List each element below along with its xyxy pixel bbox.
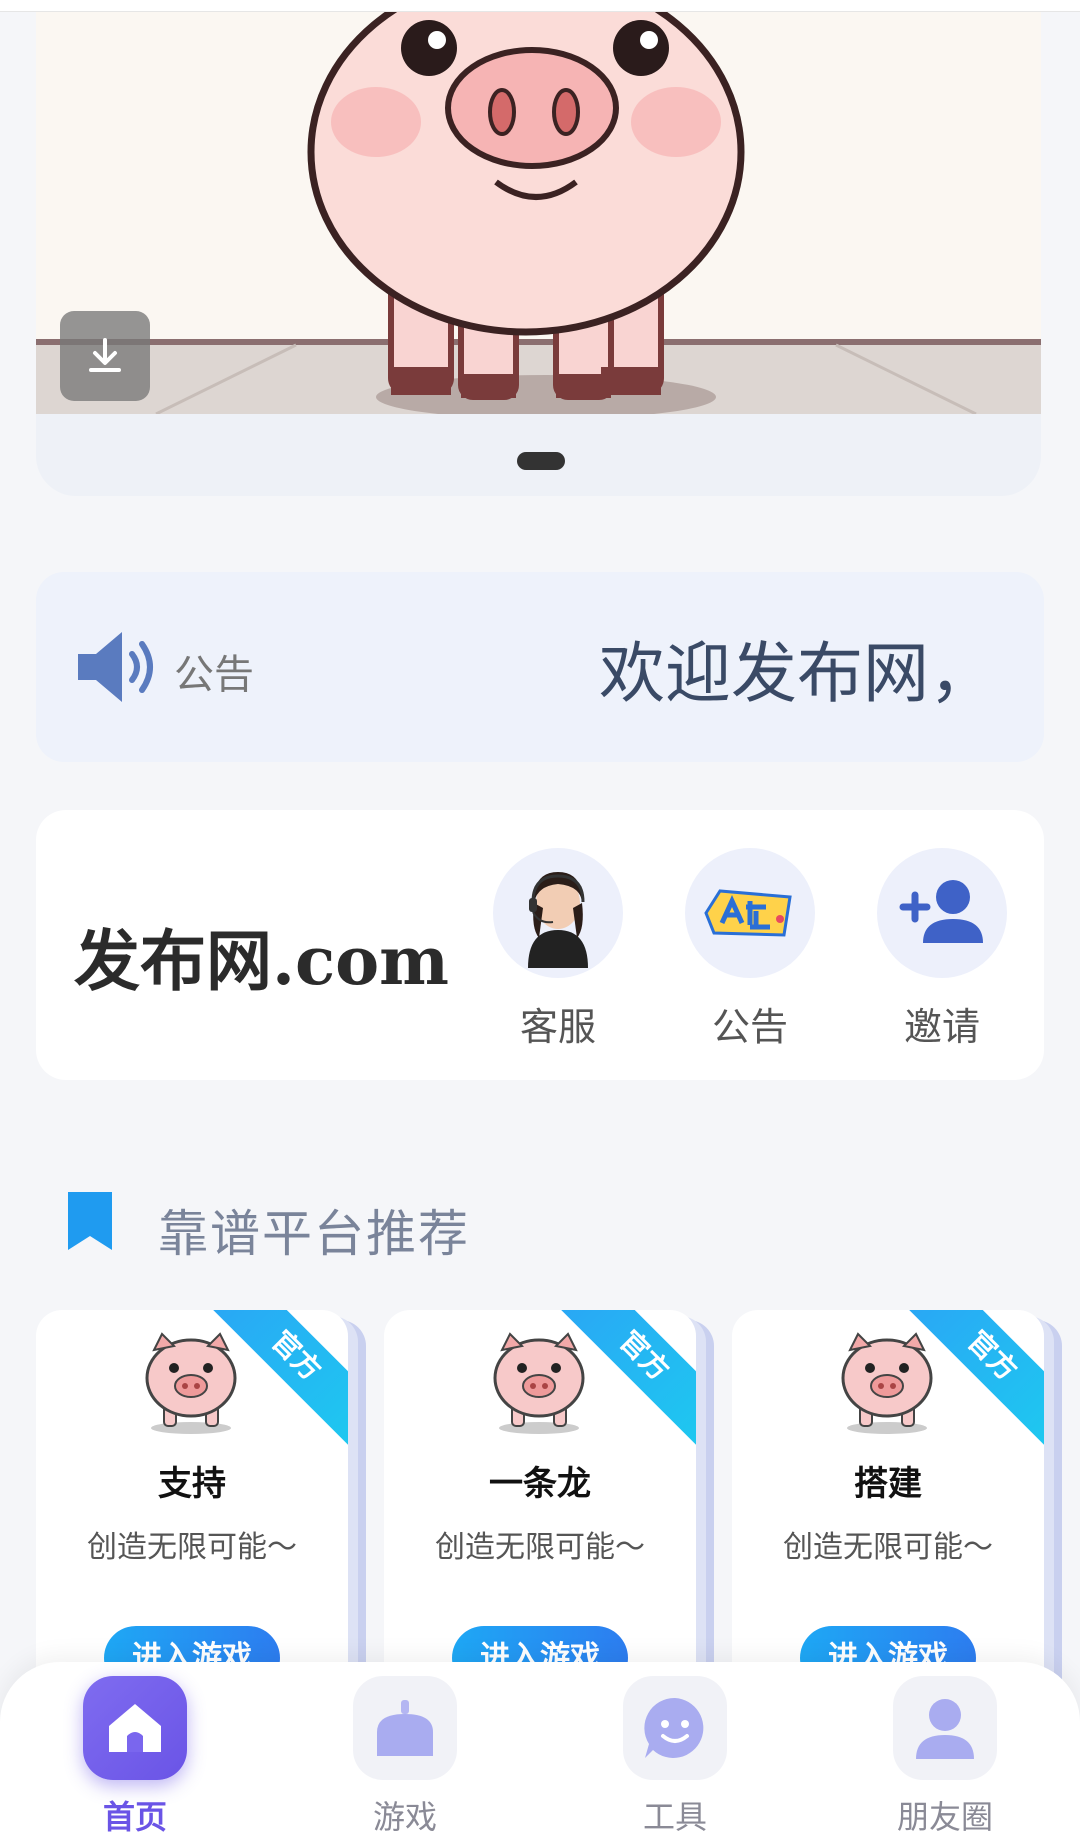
announcement-button[interactable]: 公告: [683, 848, 817, 1051]
platform-description: 创造无限可能～: [783, 1530, 993, 1565]
home-icon: [83, 1676, 187, 1780]
platform-name: 一条龙: [489, 1464, 591, 1504]
announcement-action-label: 公告: [711, 1005, 788, 1049]
tab-games[interactable]: 游戏: [330, 1676, 480, 1838]
bottom-tab-bar: 首页 游戏 工具 朋友圈: [0, 1662, 1080, 1840]
platform-name: 搭建: [854, 1464, 922, 1504]
announcement-label: 公告: [174, 652, 254, 698]
customer-service-label: 客服: [519, 1005, 596, 1049]
platform-name: 支持: [158, 1464, 226, 1504]
tab-moments-label: 朋友圈: [896, 1798, 993, 1836]
banner-image[interactable]: [36, 12, 1041, 414]
tab-tools-label: 工具: [642, 1798, 707, 1836]
tab-moments[interactable]: 朋友圈: [870, 1676, 1020, 1838]
user-icon: [893, 1676, 997, 1780]
status-strip: [0, 0, 1080, 12]
invite-label: 邀请: [903, 1005, 980, 1049]
platform-description: 创造无限可能～: [435, 1530, 645, 1565]
carousel-indicator[interactable]: [517, 452, 565, 470]
invite-button[interactable]: 邀请: [875, 848, 1009, 1051]
tab-tools[interactable]: 工具: [600, 1676, 750, 1838]
add-user-icon: [877, 848, 1007, 978]
platform-description: 创造无限可能～: [87, 1530, 297, 1565]
download-icon: [89, 338, 121, 372]
pig-illustration: [36, 12, 1041, 414]
download-button[interactable]: [60, 311, 150, 401]
platform-card[interactable]: 官方 支持 创造无限可能～ 进入游戏: [36, 1310, 348, 1710]
pig-logo-icon: [493, 1332, 585, 1434]
tab-home-label: 首页: [102, 1798, 167, 1836]
platform-card[interactable]: 官方 搭建 创造无限可能～ 进入游戏: [732, 1310, 1044, 1710]
customer-service-avatar: [493, 848, 623, 978]
platform-card[interactable]: 官方 一条龙 创造无限可能～ 进入游戏: [384, 1310, 696, 1710]
customer-service-button[interactable]: 客服: [491, 848, 625, 1051]
banner-carousel[interactable]: [36, 12, 1041, 496]
chat-smile-icon: [623, 1676, 727, 1780]
tab-games-label: 游戏: [372, 1798, 437, 1836]
tab-home[interactable]: 首页: [60, 1676, 210, 1838]
announcement-badge-icon: [685, 848, 815, 978]
announcement-bar[interactable]: 公告 欢迎发布网，: [36, 572, 1044, 762]
pig-logo-icon: [145, 1332, 237, 1434]
section-title: 靠谱平台推荐: [158, 1205, 470, 1263]
site-title: 发布网.com: [74, 922, 450, 1000]
bookmark-icon: [68, 1192, 112, 1250]
pig-logo-icon: [841, 1332, 933, 1434]
site-info-card: 发布网.com 客服 公告 邀请: [36, 810, 1044, 1080]
gamepad-icon: [353, 1676, 457, 1780]
speaker-icon: [78, 632, 153, 702]
announcement-marquee-text: 欢迎发布网，: [599, 635, 995, 712]
